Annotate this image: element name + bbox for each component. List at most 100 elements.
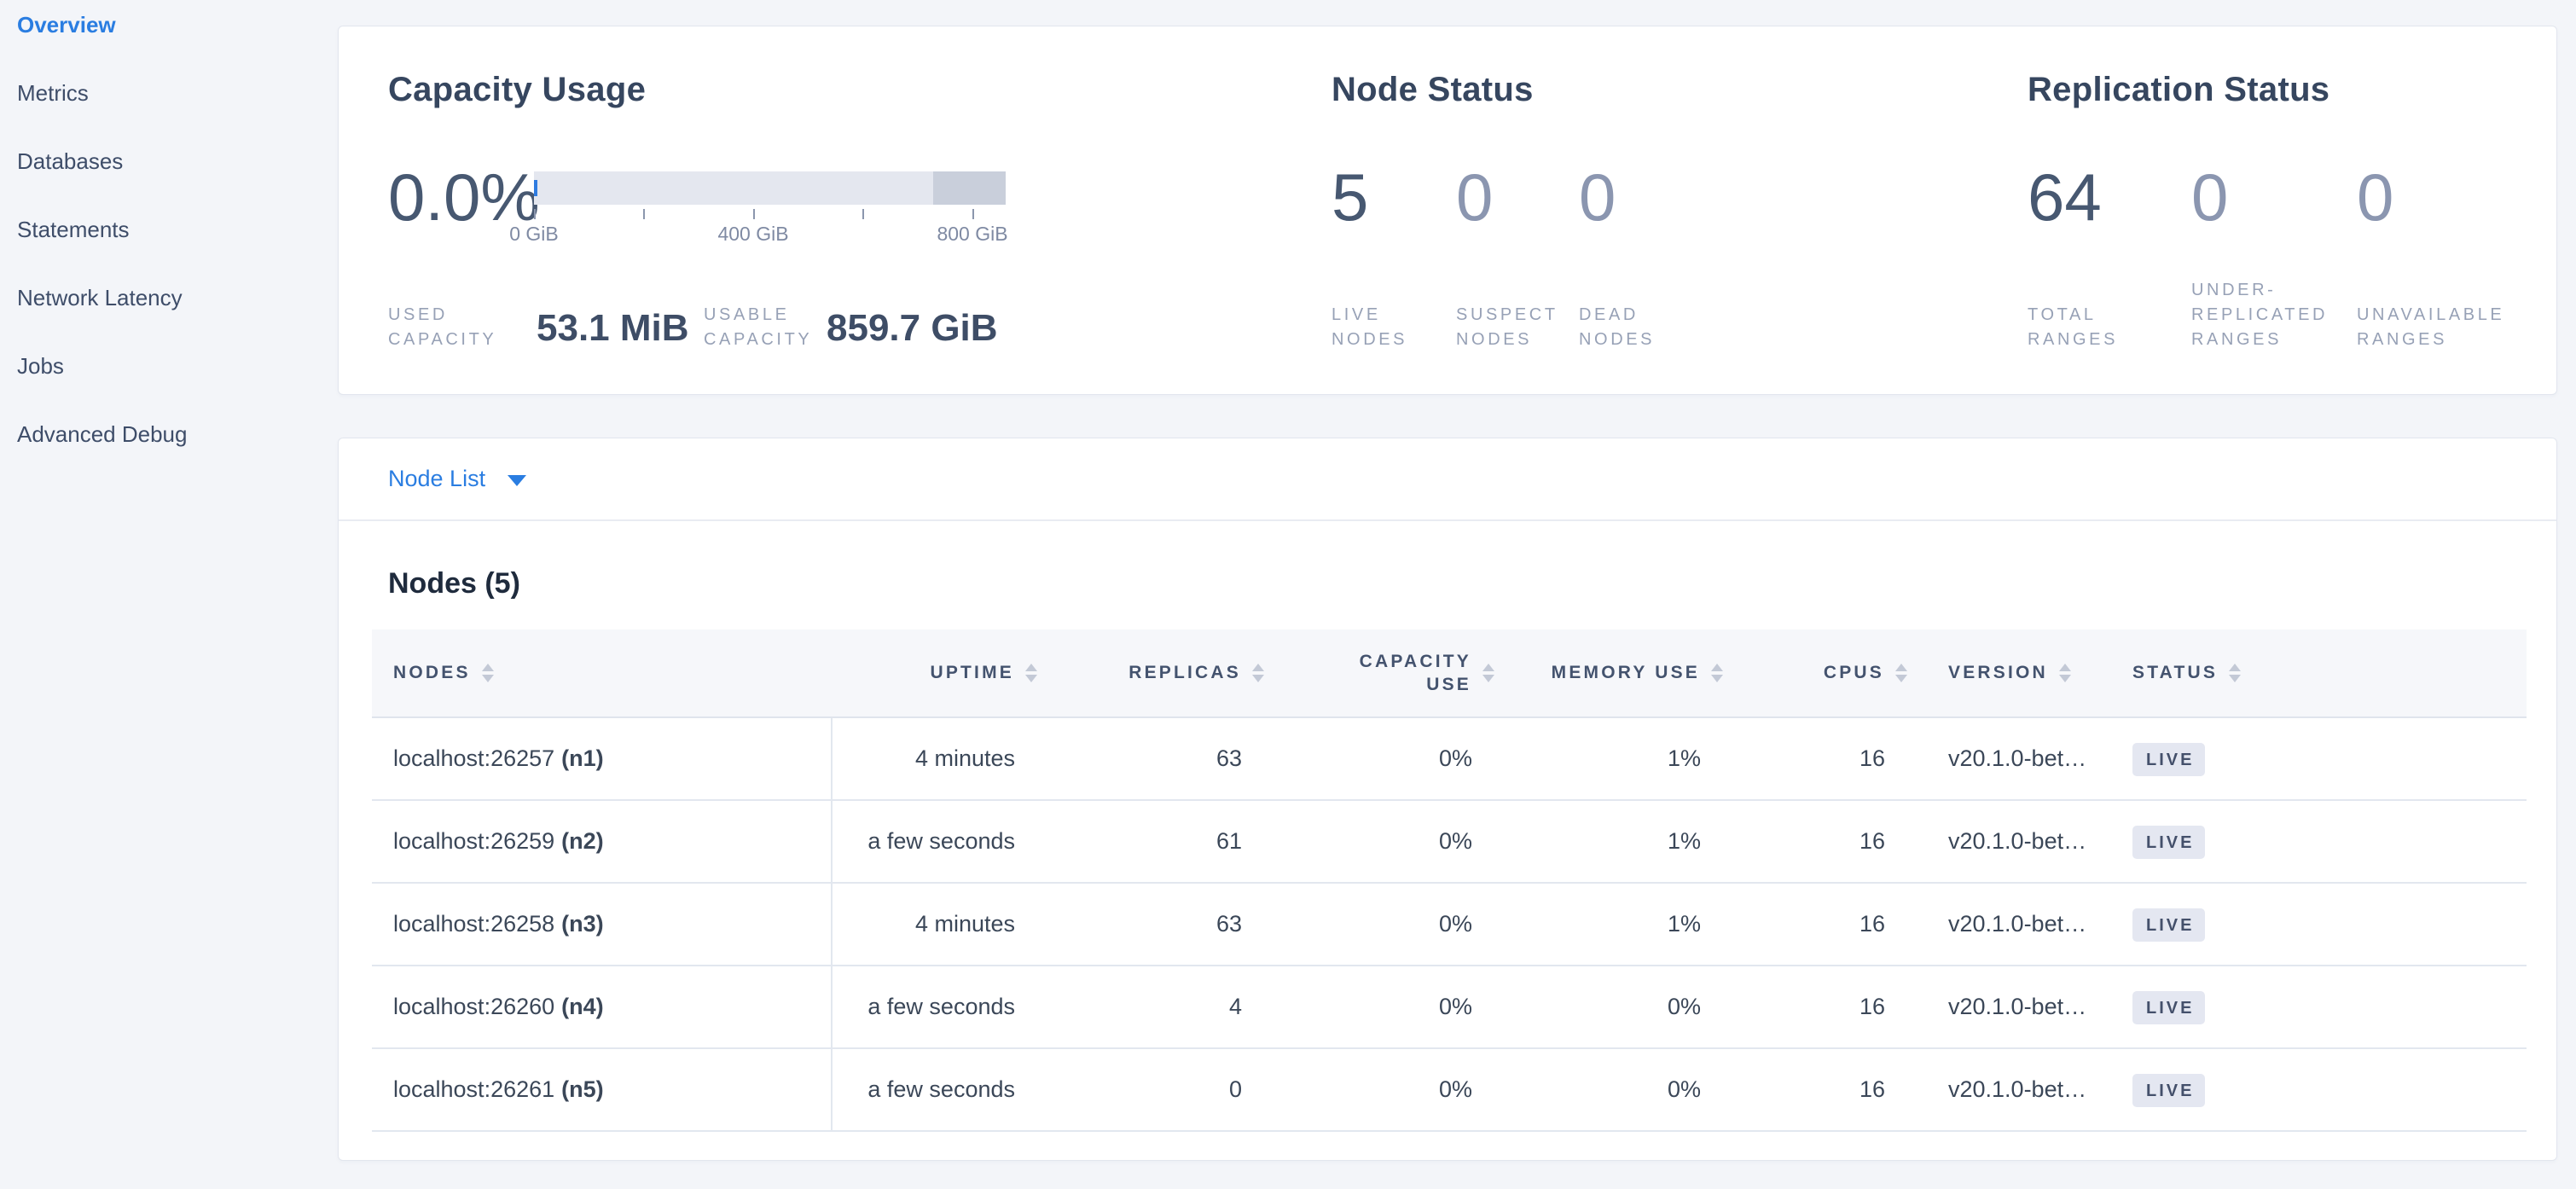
node-list-card: Node List Nodes (5) NODES UPTIME REPLICA…	[338, 438, 2557, 1161]
replicas-cell: 0	[1037, 1049, 1264, 1130]
status-badge: LIVE	[2132, 1074, 2205, 1107]
node-id: (n4)	[561, 994, 604, 1019]
column-header-memory-use[interactable]: MEMORY USE	[1494, 663, 1723, 683]
column-label: STATUS	[2132, 663, 2218, 683]
column-label: REPLICAS	[1128, 663, 1241, 683]
status-cell: LIVE	[2092, 1049, 2313, 1130]
uptime-cell: a few seconds	[833, 966, 1037, 1047]
replicas-cell: 61	[1037, 801, 1264, 882]
live-nodes-count: 5	[1332, 158, 1368, 236]
spacer-cell	[2313, 718, 2527, 799]
usable-capacity-value: 859.7 GiB	[827, 308, 998, 349]
column-header-nodes[interactable]: NODES	[372, 663, 833, 683]
sort-icon	[1482, 664, 1494, 682]
suspect-nodes-count: 0	[1456, 158, 1493, 236]
cpus-cell: 16	[1723, 801, 1907, 882]
sidebar-item-jobs[interactable]: Jobs	[0, 332, 338, 400]
memory-use-cell: 0%	[1494, 1049, 1723, 1130]
memory-use-cell: 1%	[1494, 718, 1723, 799]
sidebar-item-overview[interactable]: Overview	[0, 0, 338, 59]
sidebar-item-databases[interactable]: Databases	[0, 127, 338, 195]
usable-capacity-label: USABLE CAPACITY	[704, 303, 823, 352]
sidebar-item-statements[interactable]: Statements	[0, 195, 338, 264]
replicas-cell: 63	[1037, 884, 1264, 965]
axis-tick-label: 800 GiB	[937, 223, 1007, 246]
axis-tick-label: 400 GiB	[717, 223, 788, 246]
status-cell: LIVE	[2092, 718, 2313, 799]
node-address-link[interactable]: localhost:26260 (n4)	[372, 966, 833, 1047]
table-row: localhost:26257(n1) 4 minutes 63 0% 1% 1…	[372, 718, 2527, 801]
table-row: localhost:26260(n4) a few seconds 4 0% 0…	[372, 966, 2527, 1049]
spacer-cell	[2313, 966, 2527, 1047]
column-header-replicas[interactable]: REPLICAS	[1037, 663, 1264, 683]
spacer-cell	[2313, 884, 2527, 965]
uptime-cell: 4 minutes	[833, 884, 1037, 965]
capacity-use-cell: 0%	[1264, 718, 1494, 799]
used-capacity-value: 53.1 MiB	[537, 308, 689, 349]
uptime-cell: 4 minutes	[833, 718, 1037, 799]
total-ranges-count: 64	[2028, 158, 2102, 236]
dead-nodes-label: DEAD NODES	[1579, 303, 1681, 352]
sidebar-item-advanced-debug[interactable]: Advanced Debug	[0, 400, 338, 468]
axis-tick	[643, 209, 645, 219]
capacity-use-cell: 0%	[1264, 884, 1494, 965]
total-ranges-label: TOTAL RANGES	[2028, 303, 2130, 352]
nodes-count-title: Nodes (5)	[388, 565, 520, 602]
node-list-view-dropdown[interactable]: Node List	[388, 466, 526, 492]
column-label: NODES	[393, 663, 471, 683]
status-cell: LIVE	[2092, 801, 2313, 882]
node-address-link[interactable]: localhost:26261 (n5)	[372, 1049, 833, 1130]
axis-tick	[972, 209, 974, 219]
sort-icon	[2229, 664, 2241, 682]
column-header-version[interactable]: VERSION	[1907, 663, 2092, 683]
uptime-cell: a few seconds	[833, 1049, 1037, 1130]
axis-tick	[534, 209, 536, 219]
sort-icon	[1895, 664, 1907, 682]
node-address-link[interactable]: localhost:26257 (n1)	[372, 718, 833, 799]
node-address: localhost:26261	[393, 1076, 554, 1102]
version-cell: v20.1.0-bet…	[1907, 966, 2092, 1047]
column-label: MEMORY USE	[1552, 663, 1700, 683]
capacity-use-cell: 0%	[1264, 801, 1494, 882]
under-replicated-ranges-count: 0	[2191, 158, 2228, 236]
sidebar-item-metrics[interactable]: Metrics	[0, 59, 338, 127]
sidebar-item-network-latency[interactable]: Network Latency	[0, 264, 338, 332]
node-address-link[interactable]: localhost:26259 (n2)	[372, 801, 833, 882]
column-header-cpus[interactable]: CPUS	[1723, 663, 1907, 683]
node-address: localhost:26259	[393, 828, 554, 854]
node-id: (n5)	[561, 1076, 604, 1102]
capacity-usage-bar	[534, 171, 1006, 205]
column-label: CAPACITY USE	[1321, 650, 1471, 696]
unavailable-ranges-label: UNAVAILABLE RANGES	[2357, 303, 2527, 352]
node-list-dropdown-label: Node List	[388, 466, 485, 492]
nodes-table-header: NODES UPTIME REPLICAS CAPACITY USE MEMOR…	[372, 629, 2527, 718]
column-header-capacity-use[interactable]: CAPACITY USE	[1264, 650, 1494, 696]
version-cell: v20.1.0-bet…	[1907, 718, 2092, 799]
memory-use-cell: 1%	[1494, 884, 1723, 965]
table-row: localhost:26258(n3) 4 minutes 63 0% 1% 1…	[372, 884, 2527, 966]
node-address-link[interactable]: localhost:26258(n3)	[372, 884, 833, 965]
suspect-nodes-label: SUSPECT NODES	[1456, 303, 1567, 352]
replicas-cell: 4	[1037, 966, 1264, 1047]
status-cell: LIVE	[2092, 966, 2313, 1047]
column-label: CPUS	[1824, 663, 1884, 683]
node-address: localhost:26257	[393, 745, 554, 771]
column-header-status[interactable]: STATUS	[2092, 663, 2313, 683]
status-badge: LIVE	[2132, 826, 2205, 859]
node-id: (n1)	[561, 745, 604, 771]
sort-icon	[482, 664, 494, 682]
node-address: localhost:26260	[393, 994, 554, 1019]
column-header-uptime[interactable]: UPTIME	[833, 663, 1037, 683]
memory-use-cell: 0%	[1494, 966, 1723, 1047]
table-row: localhost:26261(n5) a few seconds 0 0% 0…	[372, 1049, 2527, 1132]
cpus-cell: 16	[1723, 966, 1907, 1047]
axis-tick	[862, 209, 864, 219]
status-cell: LIVE	[2092, 884, 2313, 965]
cluster-summary-card: Capacity Usage 0.0% 0 GiB 400 GiB 800 Gi…	[338, 26, 2557, 395]
status-badge: LIVE	[2132, 991, 2205, 1024]
used-capacity-label: USED CAPACITY	[388, 303, 499, 352]
capacity-usage-title: Capacity Usage	[388, 66, 646, 113]
node-list-card-header: Node List	[339, 438, 2556, 521]
node-id: (n2)	[561, 828, 604, 854]
capacity-bar-used-marker	[534, 180, 537, 196]
